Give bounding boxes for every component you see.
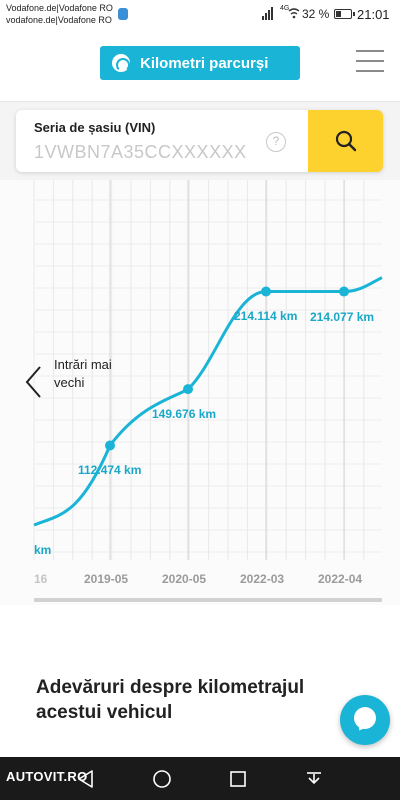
odometer-icon bbox=[112, 54, 130, 72]
system-navigation-bar: AUTOVIT.RO bbox=[0, 757, 400, 800]
data-point[interactable] bbox=[105, 440, 115, 451]
battery-icon bbox=[334, 9, 355, 19]
wifi-icon bbox=[288, 8, 300, 19]
mileage-chart: Intrări mai vechi 112.474 km 149.676 km 21… bbox=[0, 180, 400, 605]
app-header: Kilometri parcurși bbox=[0, 30, 400, 102]
carrier-name: Vodafone.de|Vodafone RO bbox=[6, 3, 113, 13]
recent-apps-icon[interactable] bbox=[228, 769, 248, 789]
x-tick-label: 2022-03 bbox=[240, 572, 285, 586]
x-tick-label: 2019-05 bbox=[84, 572, 129, 586]
data-point[interactable] bbox=[339, 286, 349, 297]
carrier-name-secondary: vodafone.de|Vodafone RO bbox=[6, 15, 112, 25]
data-label: 214.114 km bbox=[234, 309, 298, 324]
chart-major-grid bbox=[109, 180, 345, 560]
home-icon[interactable] bbox=[152, 769, 172, 789]
x-tick-label: 2022-04 bbox=[318, 572, 363, 586]
vin-search-card: Seria de șasiu (VIN) ? bbox=[16, 110, 383, 172]
data-point[interactable] bbox=[183, 384, 193, 395]
data-label-partial: km bbox=[34, 543, 52, 557]
battery-percent: 32 % bbox=[302, 7, 330, 21]
chat-button[interactable] bbox=[340, 695, 390, 745]
signal-icon bbox=[262, 7, 273, 20]
facts-title: Adevăruri despre kilometrajul acestui ve… bbox=[36, 677, 305, 723]
clock: 21:01 bbox=[357, 7, 390, 22]
data-label: 112.474 km bbox=[78, 463, 142, 478]
chart-scrollbar[interactable] bbox=[34, 598, 382, 602]
kilometers-button[interactable]: Kilometri parcurși bbox=[100, 46, 300, 80]
older-entries-button[interactable]: Intrări mai vechi bbox=[54, 356, 114, 392]
data-label: 149.676 km bbox=[152, 407, 217, 422]
hamburger-icon[interactable] bbox=[356, 50, 384, 74]
help-icon[interactable]: ? bbox=[266, 132, 286, 152]
x-tick-label: 16 bbox=[34, 572, 48, 586]
data-point[interactable] bbox=[261, 286, 271, 297]
status-bar: Vodafone.de|Vodafone RO vodafone.de|Voda… bbox=[0, 0, 400, 30]
back-icon[interactable] bbox=[76, 769, 96, 789]
data-label: 214.077 km bbox=[310, 309, 375, 324]
kilometers-button-label: Kilometri parcurși bbox=[140, 54, 269, 72]
vin-input[interactable] bbox=[34, 140, 274, 164]
vpn-icon bbox=[118, 8, 128, 20]
notifications-down-icon[interactable] bbox=[304, 769, 324, 789]
search-icon bbox=[335, 130, 356, 152]
chevron-left-icon[interactable] bbox=[24, 364, 44, 400]
facts-section: Adevăruri despre kilometrajul acestui ve… bbox=[0, 605, 400, 757]
mileage-chart-svg bbox=[33, 180, 383, 602]
x-tick-label: 2020-05 bbox=[162, 572, 207, 586]
app-screen: Vodafone.de|Vodafone RO vodafone.de|Voda… bbox=[0, 0, 400, 800]
vin-label: Seria de șasiu (VIN) bbox=[34, 120, 156, 135]
search-button[interactable] bbox=[308, 110, 383, 172]
